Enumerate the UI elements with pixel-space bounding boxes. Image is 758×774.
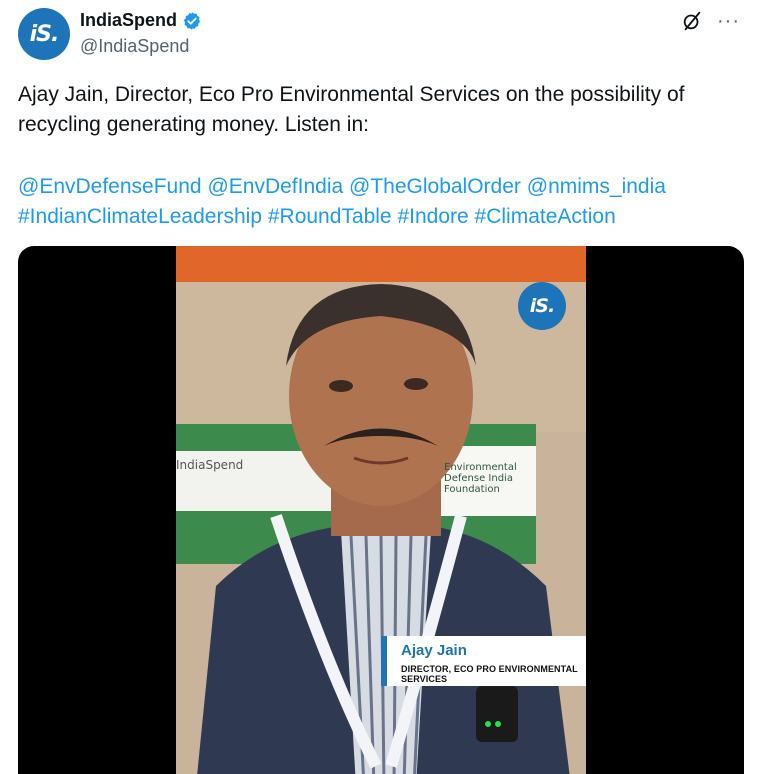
hashtag-link[interactable]: #RoundTable (268, 205, 392, 228)
mention-row: @EnvDefenseFund @EnvDefIndia @TheGlobalO… (18, 172, 743, 202)
mention-link[interactable]: @EnvDefIndia (207, 175, 343, 198)
tweet-top-actions: ··· (681, 10, 740, 32)
mention-link[interactable]: @nmims_india (527, 175, 666, 198)
hashtag-link[interactable]: #Indore (397, 205, 468, 228)
banner-line: Foundation (444, 484, 500, 495)
author-handle[interactable]: @IndiaSpend (80, 36, 189, 57)
banner-line: Environmental (444, 462, 517, 473)
lower-third-title: DIRECTOR, ECO PRO ENVIRONMENTAL SERVICES (401, 664, 578, 684)
hashtag-row: #IndianClimateLeadership #RoundTable #In… (18, 202, 743, 232)
verified-badge-icon (182, 11, 202, 31)
video-banner-left: IndiaSpend (176, 458, 244, 472)
video-logo-text: iS. (529, 295, 555, 317)
tweet-tags: @EnvDefenseFund @EnvDefIndia @TheGlobalO… (18, 172, 743, 232)
mention-link[interactable]: @EnvDefenseFund (18, 175, 202, 198)
video-banner-right: Environmental Defense India Foundation (444, 462, 517, 495)
tweet-text: Ajay Jain, Director, Eco Pro Environment… (18, 83, 685, 136)
video-player[interactable]: IndiaSpend Environmental Defense India F… (18, 246, 744, 774)
hashtag-link[interactable]: #ClimateAction (475, 205, 616, 228)
video-scene-illustration (176, 246, 586, 774)
lower-third-caption: Ajay Jain DIRECTOR, ECO PRO ENVIRONMENTA… (381, 636, 586, 686)
avatar[interactable]: iS. (18, 8, 70, 60)
hashtag-link[interactable]: #IndianClimateLeadership (18, 205, 262, 228)
avatar-logo-text: iS. (29, 21, 60, 47)
author-name-row: IndiaSpend (80, 10, 202, 31)
author-display-name[interactable]: IndiaSpend (80, 10, 177, 31)
mention-link[interactable]: @TheGlobalOrder (349, 175, 521, 198)
grok-slash-icon[interactable] (681, 10, 703, 32)
video-watermark-logo: iS. (518, 282, 566, 330)
lower-third-name: Ajay Jain (401, 642, 467, 659)
tweet-card: iS. IndiaSpend @IndiaSpend ··· Ajay Jain… (0, 0, 758, 774)
more-options-icon[interactable]: ··· (717, 11, 740, 31)
video-frame: IndiaSpend Environmental Defense India F… (176, 246, 586, 774)
banner-line: Defense India (444, 473, 513, 484)
